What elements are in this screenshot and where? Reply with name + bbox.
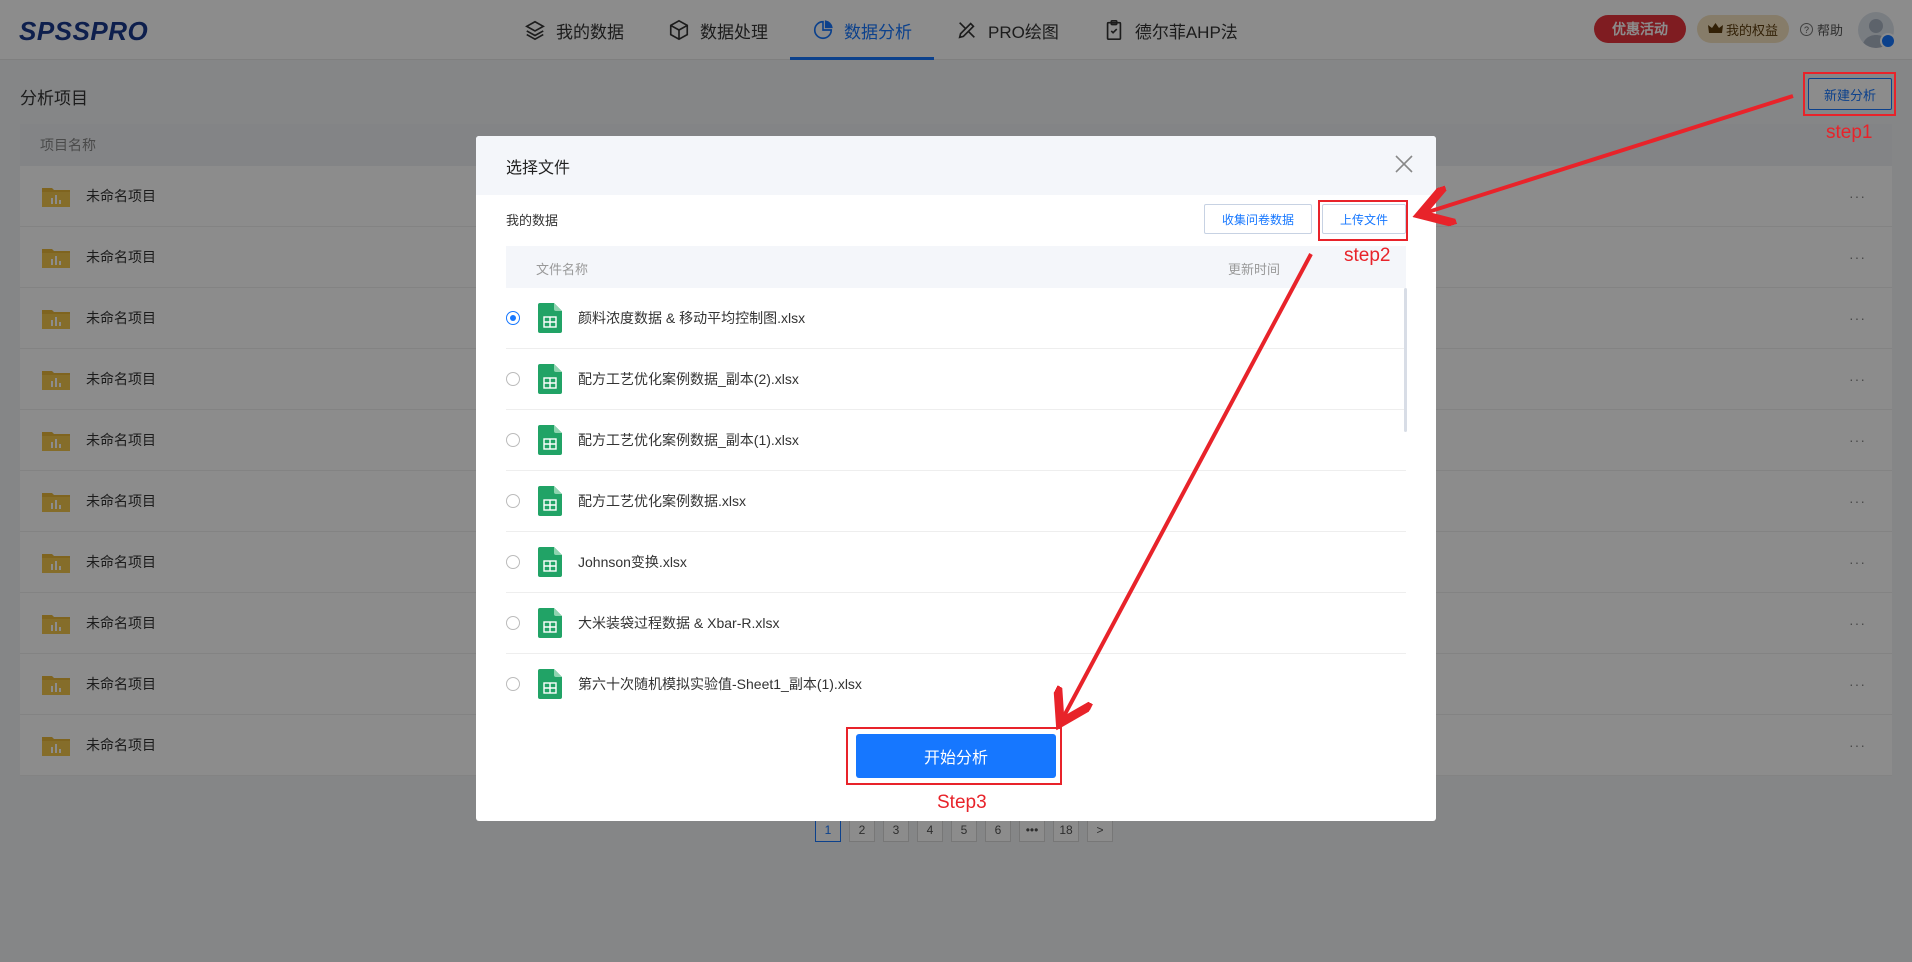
step1-label: step1 xyxy=(1826,122,1873,143)
step3-label: Step3 xyxy=(937,792,987,813)
step1-highlight-box xyxy=(1803,72,1896,116)
annotation-arrows xyxy=(0,94,1794,962)
step2-highlight-box xyxy=(1318,200,1408,241)
step2-label: step2 xyxy=(1344,245,1391,266)
arrow-step1-to-step2 xyxy=(1428,94,1794,212)
step3-highlight-box xyxy=(846,727,1062,785)
arrow-step2-to-step3 xyxy=(1064,253,1313,716)
